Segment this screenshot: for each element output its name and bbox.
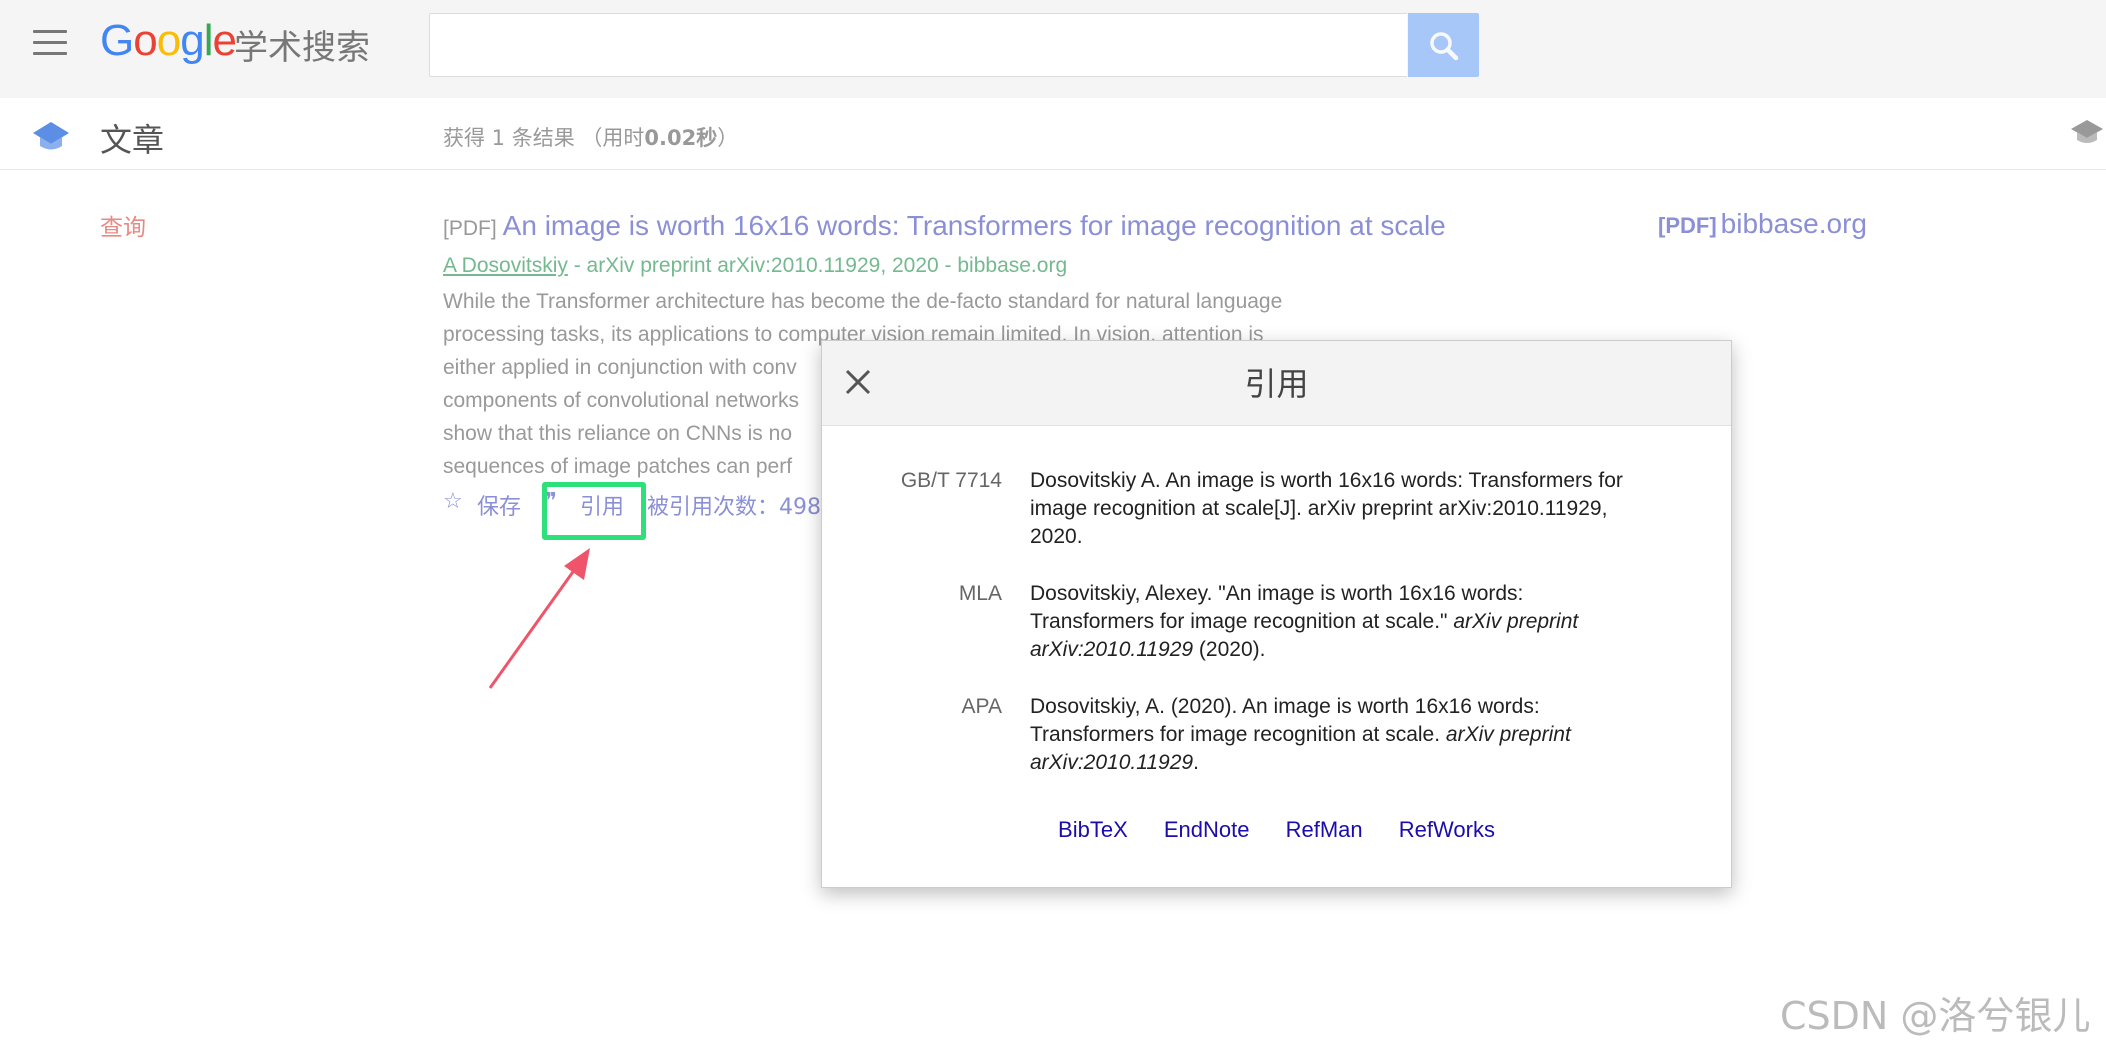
menu-icon[interactable] — [33, 30, 67, 56]
citation-style-label: APA — [961, 695, 1002, 718]
citation-style-label: GB/T 7714 — [900, 469, 1002, 492]
save-link[interactable]: 保存 — [477, 489, 521, 521]
cited-by-link[interactable]: 被引用次数：498 — [647, 489, 821, 521]
citation-dialog: 引用 GB/T 7714 Dosovitskiy A. An image is … — [821, 340, 1732, 888]
endnote-link[interactable]: EndNote — [1164, 817, 1250, 842]
citation-text[interactable]: Dosovitskiy, Alexey. "An image is worth … — [1030, 580, 1650, 664]
citation-text[interactable]: Dosovitskiy, A. (2020). An image is wort… — [1030, 693, 1650, 777]
result-count: 获得 1 条结果 （用时0.02秒） — [443, 126, 739, 150]
annotation-arrow-icon — [488, 548, 590, 689]
citation-style-label: MLA — [958, 582, 1002, 605]
bibtex-link[interactable]: BibTeX — [1058, 817, 1128, 842]
scholar-logo-text: 学术搜索 — [234, 28, 370, 68]
refman-link[interactable]: RefMan — [1286, 817, 1363, 842]
export-formats: BibTeX EndNote RefMan RefWorks — [822, 817, 1731, 843]
watermark: CSDN @洛兮银儿 — [1780, 994, 2091, 1038]
star-icon[interactable]: ☆ — [443, 489, 463, 514]
pdf-tag: [PDF] — [443, 217, 497, 240]
dialog-header: 引用 — [822, 341, 1731, 426]
refworks-link[interactable]: RefWorks — [1399, 817, 1495, 842]
sidebar-query-link[interactable]: 查询 — [100, 208, 146, 242]
cite-highlight-box — [542, 482, 646, 540]
result-meta: A Dosovitskiy - arXiv preprint arXiv:201… — [443, 254, 1068, 277]
citation-text[interactable]: Dosovitskiy A. An image is worth 16x16 w… — [1030, 467, 1650, 551]
author-link[interactable]: A Dosovitskiy — [443, 254, 568, 277]
search-input[interactable] — [429, 13, 1407, 77]
search-button[interactable] — [1408, 13, 1479, 77]
header: Google 学术搜索 — [0, 0, 2106, 98]
result-title-link[interactable]: [PDF] An image is worth 16x16 words: Tran… — [443, 208, 1643, 247]
subbar: 文章 获得 1 条结果 （用时0.02秒） — [0, 98, 2106, 170]
side-pdf-link[interactable]: [PDF] bibbase.org — [1658, 208, 1867, 240]
google-logo[interactable]: Google — [100, 16, 237, 66]
scholar-cap-icon — [33, 122, 69, 150]
scholar-profile-icon[interactable] — [2070, 118, 2104, 148]
search-icon — [1430, 32, 1459, 61]
section-title: 文章 — [100, 121, 165, 159]
dialog-title: 引用 — [1244, 365, 1309, 403]
